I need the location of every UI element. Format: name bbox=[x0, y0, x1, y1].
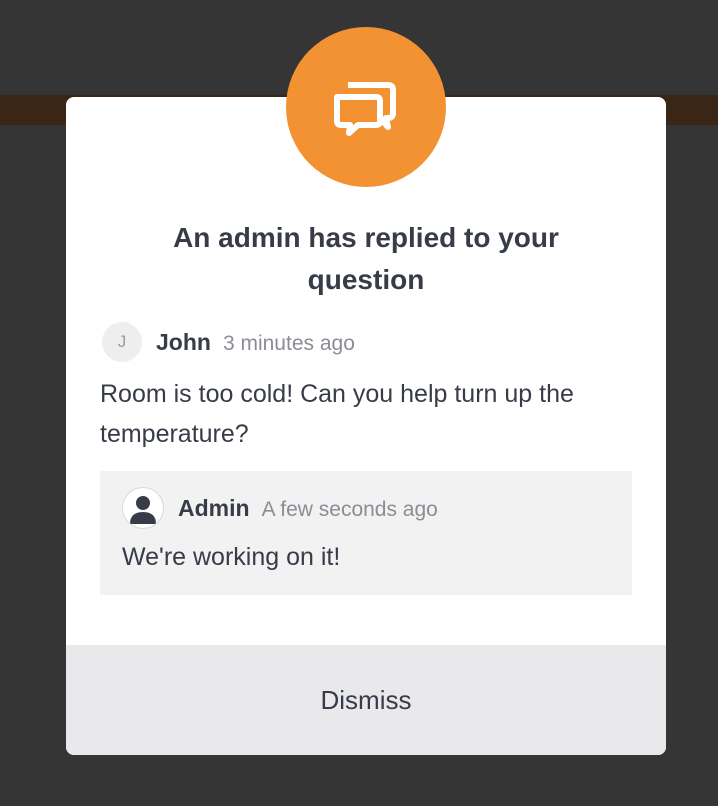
modal-footer: Dismiss bbox=[66, 645, 666, 755]
reply-header: Admin A few seconds ago bbox=[122, 487, 438, 529]
reply-text: We're working on it! bbox=[122, 543, 341, 571]
question-text: Room is too cold! Can you help turn up t… bbox=[100, 380, 574, 448]
reply-author-name: Admin bbox=[178, 494, 250, 521]
user-silhouette-icon bbox=[122, 487, 164, 529]
question-header: J John 3 minutes ago bbox=[102, 322, 355, 362]
question-author-name: John bbox=[156, 328, 211, 355]
chat-bubbles-icon bbox=[286, 27, 446, 187]
dismiss-button[interactable]: Dismiss bbox=[291, 675, 442, 726]
question-author-avatar: J bbox=[102, 322, 142, 362]
admin-reply-box: Admin A few seconds ago We're working on… bbox=[100, 471, 632, 595]
reply-timestamp: A few seconds ago bbox=[261, 498, 438, 521]
admin-reply-modal: An admin has replied to your question J … bbox=[66, 97, 666, 755]
question-timestamp: 3 minutes ago bbox=[222, 332, 355, 355]
modal-title: An admin has replied to your question bbox=[173, 222, 559, 295]
